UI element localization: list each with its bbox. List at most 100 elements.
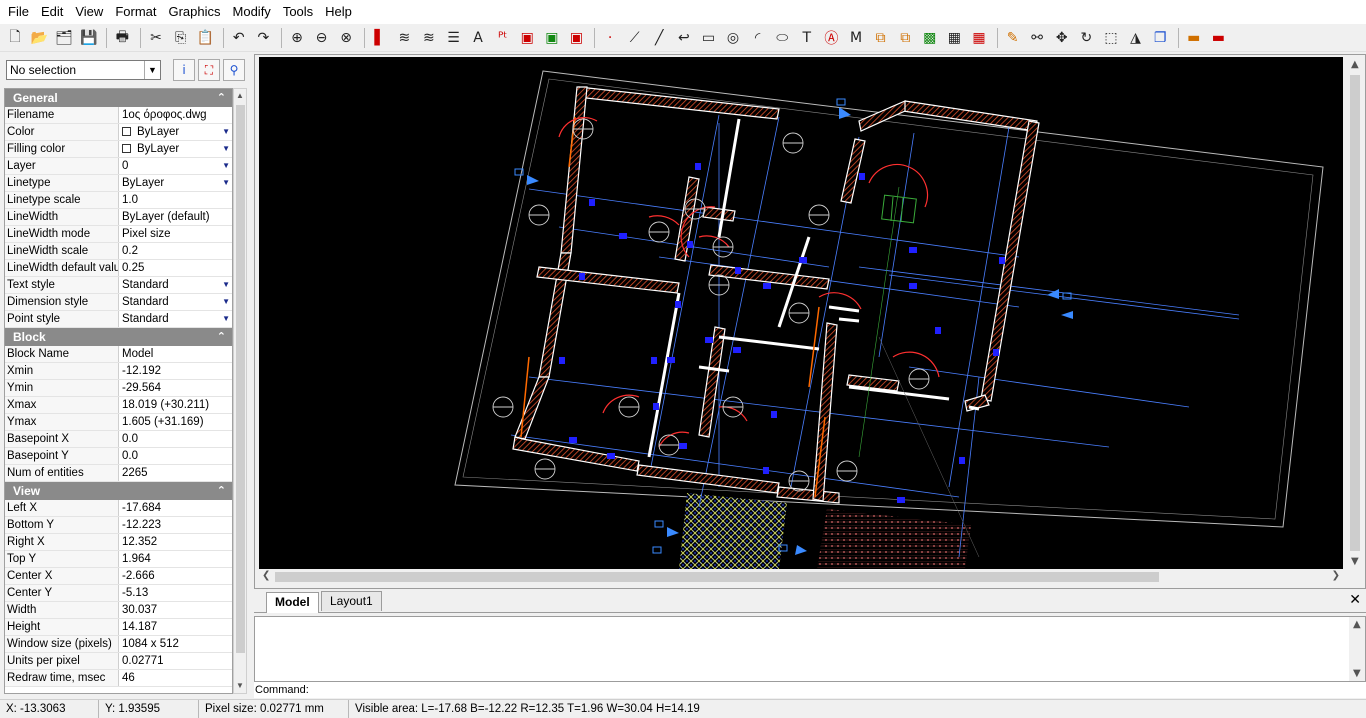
property-row-filename[interactable]: Filename 1ος όροφος.dwg — [5, 107, 232, 124]
menu-help[interactable]: Help — [319, 0, 358, 24]
open-recent-icon[interactable]: 🗂 — [53, 27, 75, 49]
collapse-icon[interactable]: ⌃ — [217, 89, 226, 107]
property-value[interactable]: 1084 x 512 — [119, 636, 232, 652]
mirror-icon[interactable]: ◮ — [1125, 27, 1147, 49]
property-row-ymax[interactable]: Ymax 1.605 (+31.169) — [5, 414, 232, 431]
text-tool-icon[interactable]: T — [796, 27, 818, 49]
cut-icon[interactable]: ✂ — [145, 27, 167, 49]
collapse-icon[interactable]: ⌃ — [217, 482, 226, 500]
property-value[interactable]: Standard ▼ — [119, 294, 232, 310]
property-row-center-x[interactable]: Center X -2.666 — [5, 568, 232, 585]
property-row-xmax[interactable]: Xmax 18.019 (+30.211) — [5, 397, 232, 414]
menu-modify[interactable]: Modify — [227, 0, 277, 24]
undo-icon[interactable]: ↶ — [228, 27, 250, 49]
close-icon[interactable]: ✕ — [1349, 592, 1361, 608]
scroll-down-icon[interactable]: ▼ — [1353, 668, 1361, 679]
construction-line-icon[interactable]: ╱ — [648, 27, 670, 49]
property-value[interactable]: 0.02771 — [119, 653, 232, 669]
arc-tool-icon[interactable]: ◜ — [747, 27, 769, 49]
scrollbar-thumb[interactable] — [1350, 75, 1360, 551]
property-value[interactable]: Standard ▼ — [119, 277, 232, 293]
layer-filter-icon[interactable]: ≋ — [418, 27, 440, 49]
measure-distance-icon[interactable]: ▬ — [1183, 27, 1205, 49]
menu-tools[interactable]: Tools — [277, 0, 319, 24]
property-value[interactable]: -5.13 — [119, 585, 232, 601]
chevron-down-icon[interactable]: ▼ — [222, 311, 230, 327]
property-row-dimension-style[interactable]: Dimension style Standard ▼ — [5, 294, 232, 311]
property-row-color[interactable]: Color ByLayer ▼ — [5, 124, 232, 141]
property-row-point-style[interactable]: Point style Standard ▼ — [5, 311, 232, 328]
draw-order-icon[interactable]: ✎ — [1002, 27, 1024, 49]
section-general[interactable]: General ⌃ — [5, 89, 232, 107]
redo-icon[interactable]: ↷ — [252, 27, 274, 49]
property-row-height[interactable]: Height 14.187 — [5, 619, 232, 636]
property-row-width[interactable]: Width 30.037 — [5, 602, 232, 619]
property-value[interactable]: ByLayer (default) — [119, 209, 232, 225]
property-value[interactable]: -17.684 — [119, 500, 232, 516]
quick-select-icon[interactable]: ⚲ — [223, 59, 245, 81]
insert-image-icon[interactable]: ▩ — [919, 27, 941, 49]
insert-block-icon[interactable]: ⧉ — [870, 27, 892, 49]
rotate-icon[interactable]: ↻ — [1075, 27, 1097, 49]
property-row-left-x[interactable]: Left X -17.684 — [5, 500, 232, 517]
property-value[interactable]: 0 ▼ — [119, 158, 232, 174]
property-value[interactable]: 46 — [119, 670, 232, 686]
chevron-down-icon[interactable]: ▼ — [222, 175, 230, 191]
property-value[interactable]: 0.2 — [119, 243, 232, 259]
scroll-up-icon[interactable]: ▲ — [1351, 59, 1359, 70]
properties-icon[interactable]: ⅰ — [173, 59, 195, 81]
property-row-num-of-entities[interactable]: Num of entities 2265 — [5, 465, 232, 482]
scroll-right-icon[interactable]: ❯ — [1332, 570, 1340, 581]
menu-file[interactable]: File — [2, 0, 35, 24]
property-value[interactable]: 2265 — [119, 465, 232, 481]
property-value[interactable]: 14.187 — [119, 619, 232, 635]
property-row-layer[interactable]: Layer 0 ▼ — [5, 158, 232, 175]
property-value[interactable]: -12.192 — [119, 363, 232, 379]
new-file-icon[interactable]: 🗋 — [4, 27, 26, 49]
collapse-icon[interactable]: ⌃ — [217, 328, 226, 346]
property-value[interactable]: -29.564 — [119, 380, 232, 396]
scrollbar-thumb[interactable] — [275, 572, 1159, 582]
property-row-block-name[interactable]: Block Name Model — [5, 346, 232, 363]
property-value[interactable]: Model — [119, 346, 232, 362]
property-value[interactable]: 30.037 — [119, 602, 232, 618]
scroll-down-icon[interactable]: ▼ — [1351, 556, 1359, 567]
chevron-down-icon[interactable]: ▼ — [222, 141, 230, 157]
property-value[interactable]: 12.352 — [119, 534, 232, 550]
point-style-icon[interactable]: ᴾᵗ — [492, 27, 514, 49]
open-file-icon[interactable]: 📂 — [29, 27, 51, 49]
menu-format[interactable]: Format — [109, 0, 162, 24]
move-icon[interactable]: ✥ — [1051, 27, 1073, 49]
section-block[interactable]: Block ⌃ — [5, 328, 232, 346]
tab-model[interactable]: Model — [266, 592, 319, 613]
raster-image-icon[interactable]: ▣ — [516, 27, 538, 49]
section-view[interactable]: View ⌃ — [5, 482, 232, 500]
property-value[interactable]: 0.0 — [119, 431, 232, 447]
text-style-icon[interactable]: A — [467, 27, 489, 49]
qr-code-icon[interactable]: ▦ — [943, 27, 965, 49]
property-row-top-y[interactable]: Top Y 1.964 — [5, 551, 232, 568]
chevron-down-icon[interactable]: ▼ — [144, 61, 160, 79]
chevron-down-icon[interactable]: ▼ — [222, 294, 230, 310]
property-row-xmin[interactable]: Xmin -12.192 — [5, 363, 232, 380]
layout-icon[interactable]: ▣ — [565, 27, 587, 49]
zoom-extents-icon[interactable]: ⊗ — [335, 27, 357, 49]
property-row-linewidth-mode[interactable]: LineWidth mode Pixel size — [5, 226, 232, 243]
linetype-icon[interactable]: ☰ — [443, 27, 465, 49]
property-row-right-x[interactable]: Right X 12.352 — [5, 534, 232, 551]
scale-icon[interactable]: ⬚ — [1100, 27, 1122, 49]
property-value[interactable]: ByLayer ▼ — [119, 124, 232, 140]
command-scrollbar[interactable]: ▲ ▼ — [1349, 617, 1365, 681]
drawing-canvas[interactable] — [259, 57, 1343, 569]
scroll-up-icon[interactable]: ▲ — [234, 89, 246, 103]
property-value[interactable]: 18.019 (+30.211) — [119, 397, 232, 413]
property-row-text-style[interactable]: Text style Standard ▼ — [5, 277, 232, 294]
menu-edit[interactable]: Edit — [35, 0, 69, 24]
canvas-vertical-scrollbar[interactable]: ▲ ▼ — [1347, 57, 1363, 569]
property-value[interactable]: ByLayer ▼ — [119, 141, 232, 157]
canvas-horizontal-scrollbar[interactable]: ❮ ❯ — [259, 569, 1343, 585]
polyline-tool-icon[interactable]: ↩ — [673, 27, 695, 49]
command-line[interactable]: Command: — [254, 682, 1366, 698]
zoom-in-icon[interactable]: ⊕ — [286, 27, 308, 49]
property-row-linewidth-scale[interactable]: LineWidth scale 0.2 — [5, 243, 232, 260]
